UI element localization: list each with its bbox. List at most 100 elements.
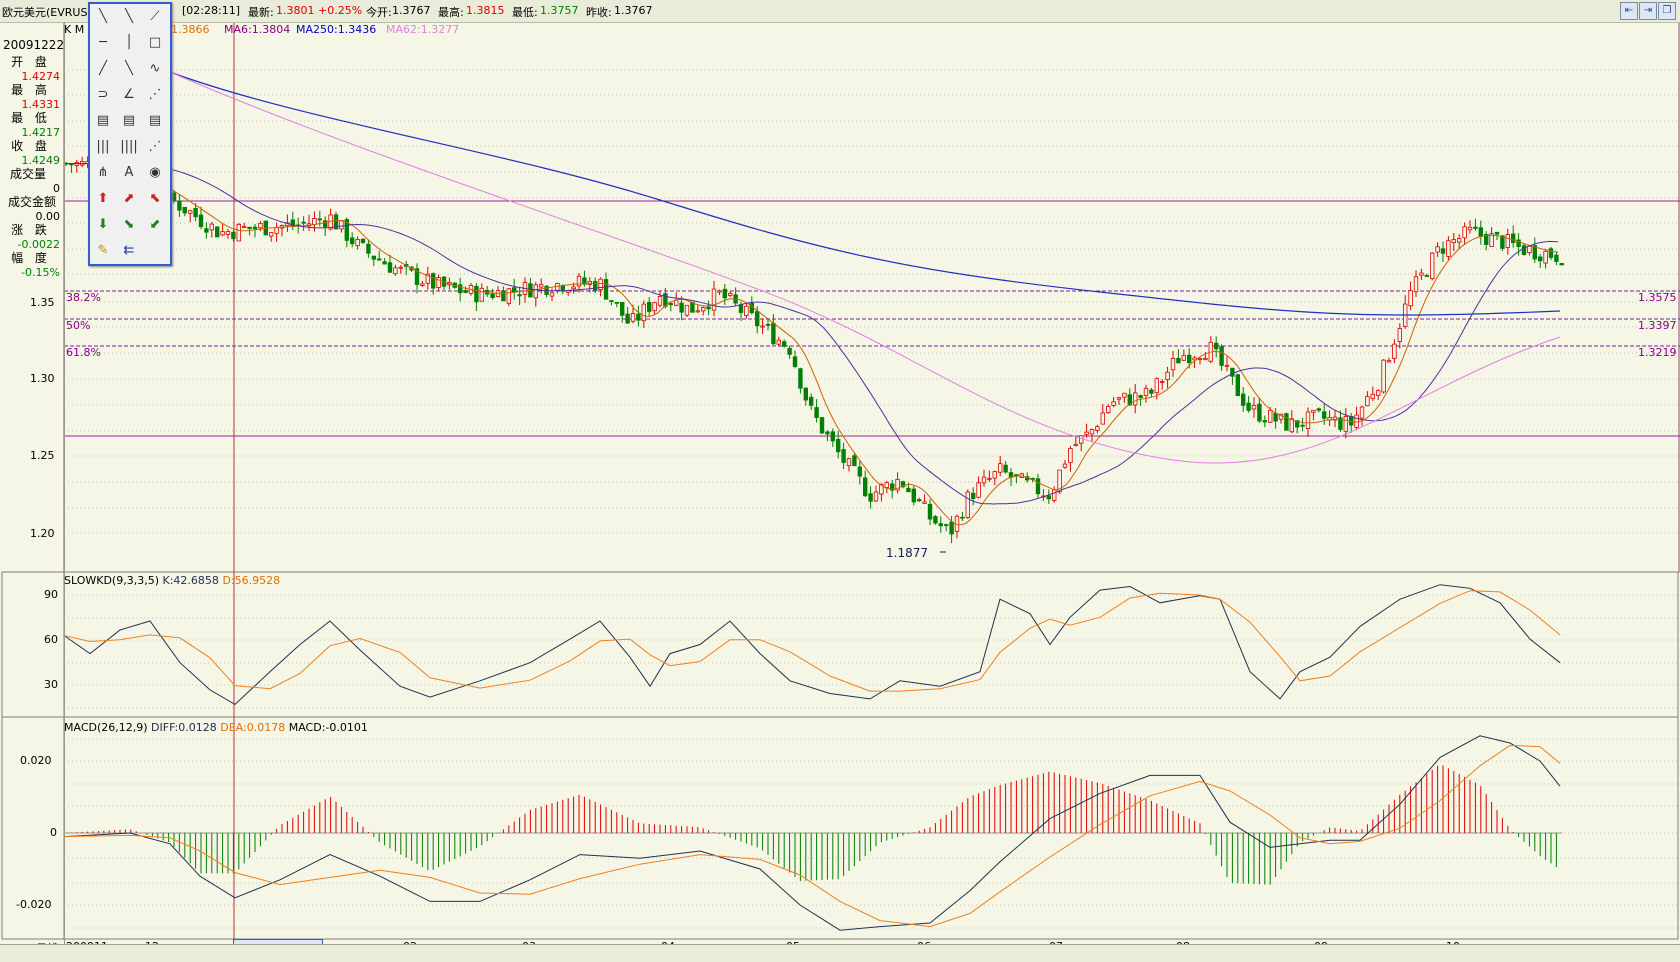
open-value: 1.3767 bbox=[392, 4, 431, 17]
gann-tool-icon[interactable]: ▤ bbox=[92, 110, 114, 132]
candle-body bbox=[1440, 248, 1446, 254]
candle-body bbox=[1419, 272, 1424, 276]
macd-indicator bbox=[63, 735, 1562, 931]
candle-body bbox=[1073, 443, 1078, 446]
fan-tool-icon[interactable]: ⋰ bbox=[144, 84, 166, 106]
cycle-tool-icon[interactable]: ||| bbox=[92, 136, 114, 158]
candle-body bbox=[965, 491, 970, 518]
hline-tool-icon[interactable]: ─ bbox=[92, 32, 114, 54]
angle-tool-icon[interactable]: ∠ bbox=[118, 84, 140, 106]
palette-tool-icon[interactable]: ◉ bbox=[144, 162, 166, 184]
drawing-toolbox: ╲ ╲ ⟋ ─ │ □ ╱ ╲ ∿ ⊃ ∠ ⋰ ▤ ▤ ▤ ||| |||| ⋰ ⋔ A ◉ ⬆ ⬈ ⬉ ⬇ ⬊ ⬋ ✎ ⇇ bbox=[88, 2, 172, 266]
ma-legend: K M J:1.3866 MA6:1.3804 MA250:1.3436 MA6… bbox=[64, 23, 459, 36]
candle-body bbox=[679, 302, 684, 313]
candle-body bbox=[1316, 408, 1321, 411]
candle-body bbox=[1284, 413, 1289, 431]
arc-tool-icon[interactable]: ⊃ bbox=[92, 84, 114, 106]
candle-body bbox=[1165, 371, 1170, 380]
fib-tool-icon[interactable]: ▤ bbox=[144, 110, 166, 132]
vline-tool-icon[interactable]: │ bbox=[118, 32, 140, 54]
candle-body bbox=[971, 492, 976, 500]
candle-body bbox=[684, 304, 690, 316]
candle-body bbox=[1392, 343, 1397, 359]
trend-tool-icon[interactable]: ╱ bbox=[92, 58, 114, 80]
fork-tool-icon[interactable]: ⋔ bbox=[92, 162, 114, 184]
down-arrow-tool-icon[interactable]: ⬇ bbox=[92, 214, 114, 236]
quote-time: [02:28:11] bbox=[182, 4, 240, 17]
text-tool-icon[interactable]: A bbox=[118, 162, 140, 184]
candle-body bbox=[376, 258, 382, 261]
prev-window-icon[interactable]: ⇤ bbox=[1620, 2, 1638, 20]
candle-body bbox=[884, 482, 889, 488]
candle-body bbox=[922, 501, 927, 504]
candle-body bbox=[1046, 495, 1051, 500]
open-block: 开 盘 1.4274 bbox=[0, 53, 62, 83]
speed-tool-icon[interactable]: ⋰ bbox=[144, 136, 166, 158]
downtrend-tool-icon[interactable]: ╲ bbox=[118, 58, 140, 80]
downleft-arrow-tool-icon[interactable]: ⬋ bbox=[144, 214, 166, 236]
upright-arrow-tool-icon[interactable]: ⬈ bbox=[118, 188, 140, 210]
line-tool-icon[interactable]: ╲ bbox=[92, 6, 114, 28]
candle-body bbox=[711, 288, 717, 311]
kd-k-line bbox=[63, 584, 1561, 706]
high-value: 1.3815 bbox=[466, 4, 505, 17]
change-block: 涨 跌 -0.0022 bbox=[0, 221, 62, 251]
candle-body bbox=[182, 206, 187, 214]
macd-diff-value: DIFF:0.0128 bbox=[151, 721, 217, 734]
candle-body bbox=[312, 218, 317, 225]
candle-body bbox=[1160, 381, 1165, 383]
candle-body bbox=[1559, 263, 1564, 266]
candle-body bbox=[771, 322, 776, 345]
candle-body bbox=[420, 283, 425, 286]
candle-body bbox=[1386, 360, 1392, 363]
candle-body bbox=[625, 313, 630, 324]
candle-body bbox=[1354, 414, 1359, 428]
candle-body bbox=[177, 200, 182, 211]
candle-body bbox=[695, 310, 700, 313]
candle-body bbox=[1408, 290, 1413, 307]
candle-body bbox=[787, 347, 792, 355]
candle-body bbox=[1079, 435, 1084, 444]
curve-tool-icon[interactable]: ∿ bbox=[144, 58, 166, 80]
prev-close-value: 1.3767 bbox=[614, 4, 653, 17]
up-arrow-tool-icon[interactable]: ⬆ bbox=[92, 188, 114, 210]
candle-body bbox=[490, 293, 495, 298]
downright-arrow-tool-icon[interactable]: ⬊ bbox=[118, 214, 140, 236]
candle-body bbox=[1035, 478, 1041, 495]
rect-tool-icon[interactable]: □ bbox=[144, 32, 166, 54]
candle-body bbox=[1149, 389, 1154, 394]
segment-tool-icon[interactable]: ⟋ bbox=[144, 6, 166, 28]
candle-body bbox=[1548, 248, 1554, 258]
fib-value-618: 1.3219 bbox=[1638, 346, 1677, 359]
candle-body bbox=[1413, 276, 1419, 293]
latest-value: 1.3801 bbox=[276, 4, 315, 17]
delete-tool-icon[interactable]: ⇇ bbox=[118, 240, 140, 262]
kd-indicator bbox=[63, 584, 1561, 706]
ray-tool-icon[interactable]: ╲ bbox=[118, 6, 140, 28]
candle-body bbox=[1116, 397, 1122, 400]
upleft-arrow-tool-icon[interactable]: ⬉ bbox=[144, 188, 166, 210]
restore-window-icon[interactable]: ❐ bbox=[1658, 2, 1676, 20]
latest-label: 最新: bbox=[248, 6, 274, 19]
candle-body bbox=[1219, 346, 1224, 366]
chart-canvas[interactable] bbox=[0, 0, 1680, 944]
period-tool-icon[interactable]: |||| bbox=[118, 136, 140, 158]
candle-body bbox=[1543, 250, 1548, 264]
next-window-icon[interactable]: ⇥ bbox=[1639, 2, 1657, 20]
candle-body bbox=[360, 238, 366, 243]
candle-body bbox=[479, 287, 484, 302]
candle-body bbox=[1003, 464, 1008, 473]
eraser-tool-icon[interactable]: ✎ bbox=[92, 240, 114, 262]
candle-body bbox=[1197, 358, 1203, 361]
candle-body bbox=[301, 221, 306, 224]
candle-body bbox=[355, 239, 360, 247]
candle-body bbox=[1451, 239, 1456, 244]
candle-body bbox=[917, 499, 922, 502]
kd-k-value: K:42.6858 bbox=[162, 574, 219, 587]
kd-d-value: D:56.9528 bbox=[222, 574, 281, 587]
bar-info-panel: 20091222 开 盘 1.4274 最 高 1.4331 最 低 1.421… bbox=[0, 22, 65, 944]
candle-body bbox=[620, 301, 625, 316]
channel-tool-icon[interactable]: ▤ bbox=[118, 110, 140, 132]
candle-body bbox=[792, 356, 798, 367]
candle-body bbox=[1397, 328, 1402, 342]
